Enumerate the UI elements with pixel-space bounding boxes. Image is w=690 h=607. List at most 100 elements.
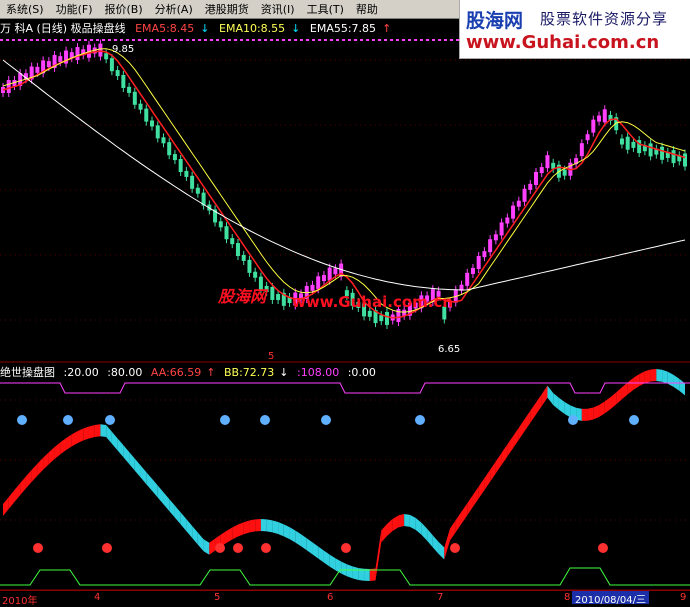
candle-body bbox=[253, 271, 258, 278]
ribbon-segment bbox=[490, 461, 496, 482]
signal-ball bbox=[341, 543, 351, 553]
candle-body bbox=[619, 138, 624, 145]
ribbon-segment bbox=[295, 530, 302, 547]
ribbon-segment bbox=[656, 369, 663, 382]
candle-body bbox=[379, 315, 384, 322]
ribbon-segment bbox=[318, 546, 324, 563]
candle-body bbox=[660, 146, 665, 160]
candle-body bbox=[132, 91, 137, 105]
candle-body bbox=[75, 47, 80, 61]
ribbon-segment bbox=[169, 498, 175, 518]
section-number: 5 bbox=[268, 351, 275, 362]
candle-body bbox=[161, 137, 166, 144]
candle-body bbox=[172, 154, 177, 161]
ribbon-segment bbox=[209, 538, 216, 555]
sub-value-3: :108.00 bbox=[297, 366, 340, 379]
ribbon-segment bbox=[329, 554, 336, 571]
ribbon-segment bbox=[662, 369, 668, 384]
ribbon-segment bbox=[404, 514, 410, 527]
ribbon-segment bbox=[14, 483, 21, 502]
candle-body bbox=[562, 169, 567, 176]
ribbon-segment bbox=[237, 522, 244, 537]
ribbon-segment bbox=[323, 550, 330, 567]
candle-body bbox=[178, 159, 183, 173]
ribbon-segment bbox=[616, 387, 622, 405]
ribbon-segment bbox=[467, 494, 473, 516]
candle-body bbox=[321, 275, 326, 282]
ribbon-segment bbox=[146, 472, 153, 491]
ribbon-segment bbox=[461, 503, 468, 524]
ribbon-segment bbox=[77, 428, 84, 444]
bb-value: BB:72.73 bbox=[223, 366, 275, 379]
arrow-down-icon: ↓ bbox=[279, 366, 289, 379]
ribbon-segment bbox=[54, 442, 61, 460]
ribbon-segment bbox=[535, 394, 542, 415]
sub-indicator-name: 绝世操盘图 bbox=[0, 366, 55, 379]
axis-label-jul: 7 bbox=[437, 592, 444, 603]
candle-body bbox=[121, 74, 126, 88]
candle-body bbox=[671, 150, 676, 164]
candle-body bbox=[683, 153, 687, 167]
candle-body bbox=[545, 155, 550, 169]
ribbon-segment bbox=[100, 424, 107, 438]
ema5-line bbox=[2, 50, 686, 319]
candle-body bbox=[585, 134, 590, 141]
ribbon-segment bbox=[564, 401, 571, 418]
ribbon-segment bbox=[123, 445, 130, 464]
candle-body bbox=[310, 284, 315, 291]
ribbon-segment bbox=[484, 469, 491, 491]
axis-label-apr: 4 bbox=[94, 592, 101, 603]
ribbon-segment bbox=[667, 371, 674, 387]
candle-body bbox=[648, 143, 653, 157]
ribbon-segment bbox=[478, 478, 485, 499]
candle-body bbox=[505, 217, 510, 224]
ribbon-segment bbox=[272, 520, 279, 535]
ribbon-segment bbox=[20, 476, 26, 496]
signal-circle bbox=[17, 415, 27, 425]
ribbon-segment bbox=[553, 393, 559, 410]
ribbon-segment bbox=[599, 401, 605, 417]
ribbon-segment bbox=[129, 451, 135, 471]
ribbon-segment bbox=[346, 564, 353, 579]
candle-body bbox=[539, 167, 544, 174]
ribbon-segment bbox=[621, 382, 628, 400]
candle-body bbox=[367, 310, 372, 317]
ribbon-segment bbox=[174, 505, 181, 525]
candle-body bbox=[333, 268, 338, 275]
ribbon-segment bbox=[283, 524, 290, 540]
ribbon-segment bbox=[106, 425, 112, 444]
candle-body bbox=[270, 286, 275, 300]
candle-body bbox=[470, 267, 475, 274]
ribbon-segment bbox=[71, 431, 78, 447]
axis-label-aug: 8 bbox=[564, 592, 571, 603]
ribbon-segment bbox=[203, 539, 210, 555]
candle-body bbox=[195, 187, 200, 194]
ribbon-segment bbox=[427, 528, 433, 548]
signal-ball bbox=[450, 543, 460, 553]
ribbon-segment bbox=[432, 535, 439, 554]
candle-body bbox=[602, 109, 607, 123]
candle-body bbox=[488, 239, 493, 253]
signal-ball bbox=[215, 543, 225, 553]
ribbon-segment bbox=[140, 465, 147, 485]
ribbon-segment bbox=[518, 419, 525, 440]
candle-body bbox=[144, 108, 149, 122]
watermark-brand: 股海网 bbox=[218, 287, 267, 306]
signal-ball bbox=[261, 543, 271, 553]
candle-body bbox=[167, 142, 172, 156]
ribbon-segment bbox=[610, 392, 617, 410]
ribbon-segment bbox=[134, 458, 141, 478]
sub-value-4: :0.00 bbox=[347, 366, 376, 379]
signal-circle bbox=[260, 415, 270, 425]
ribbon-segment bbox=[398, 514, 405, 528]
ribbon-segment bbox=[301, 534, 307, 551]
aa-value: AA:66.59 bbox=[150, 366, 202, 379]
candle-body bbox=[327, 267, 332, 281]
ribbon-segment bbox=[60, 438, 67, 455]
ribbon-segment bbox=[581, 408, 588, 421]
ribbon-segment bbox=[260, 519, 267, 532]
candle-body bbox=[591, 119, 596, 133]
candle-body bbox=[127, 86, 132, 93]
ribbon-segment bbox=[530, 402, 536, 423]
low-price-label: 6.65 bbox=[438, 344, 461, 355]
